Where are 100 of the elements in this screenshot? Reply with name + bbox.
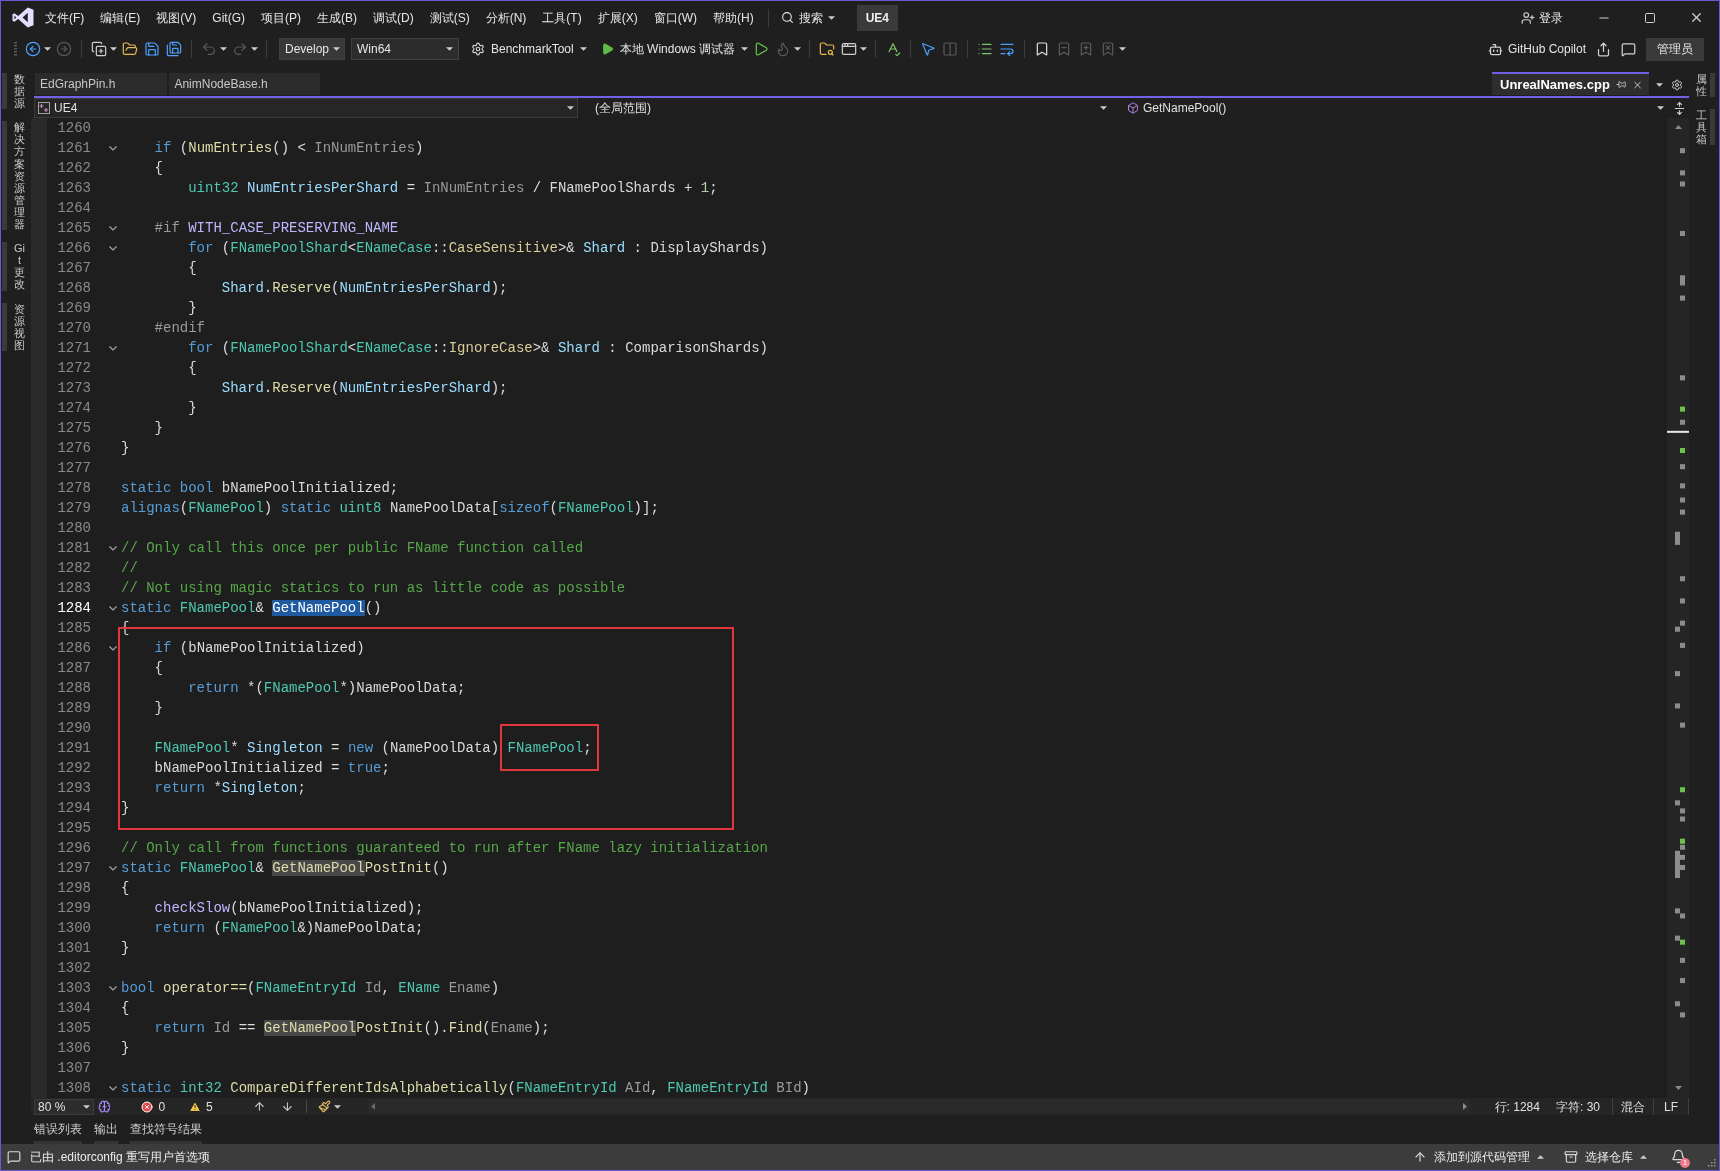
caret-down-icon[interactable]: [110, 47, 117, 51]
copilot-button[interactable]: GitHub Copilot: [1487, 38, 1586, 60]
maximize-icon[interactable]: [1644, 11, 1656, 24]
zoom-dropdown[interactable]: 80 %: [34, 1098, 94, 1115]
caret-down-icon[interactable]: [1100, 106, 1107, 110]
side-tab[interactable]: 解决方案资源管理器: [1, 121, 31, 231]
document-tab[interactable]: AnimNodeBase.h: [169, 73, 320, 95]
caret-down-icon[interactable]: [579, 47, 587, 51]
chevron-down-icon[interactable]: [109, 865, 117, 871]
configuration-dropdown[interactable]: Develop: [279, 38, 345, 60]
spell-check-icon[interactable]: [885, 41, 902, 57]
side-tab[interactable]: 资源视图: [1, 302, 31, 351]
chevron-down-icon[interactable]: [109, 225, 117, 231]
warning-icon[interactable]: [189, 1100, 202, 1113]
sign-in-button[interactable]: 登录: [1521, 4, 1563, 31]
split-icon[interactable]: [1674, 101, 1685, 115]
document-tab[interactable]: EdGraphPin.h: [35, 73, 168, 95]
chevron-down-icon[interactable]: [109, 345, 117, 351]
menu-item[interactable]: 项目(P): [253, 4, 309, 31]
search-button[interactable]: 搜索: [778, 4, 837, 31]
menu-item[interactable]: 视图(V): [148, 4, 205, 31]
chevron-down-icon[interactable]: [109, 1085, 117, 1091]
play-outline-icon[interactable]: [753, 41, 770, 57]
caret-down-icon[interactable]: [333, 47, 341, 51]
feedback-icon[interactable]: [1621, 41, 1636, 57]
menu-item[interactable]: 分析(N): [477, 4, 535, 31]
arrow-up-icon[interactable]: [252, 1100, 266, 1113]
menu-item[interactable]: 文件(F): [37, 4, 93, 31]
side-tab[interactable]: 工具箱: [1689, 109, 1719, 146]
pointer-icon[interactable]: [920, 41, 937, 57]
side-tab[interactable]: 数据源: [1, 73, 31, 110]
chevron-down-icon[interactable]: [109, 605, 117, 611]
settings-icon[interactable]: [1671, 79, 1683, 91]
resize-grip-icon[interactable]: [1708, 1159, 1716, 1167]
caret-down-icon[interactable]: [827, 15, 835, 20]
chevron-down-icon[interactable]: [109, 985, 117, 991]
error-icon[interactable]: [141, 1100, 154, 1113]
side-tab[interactable]: Git 更改: [1, 242, 31, 291]
wrap-text-icon[interactable]: [999, 41, 1016, 57]
share-icon[interactable]: [1596, 41, 1611, 57]
caret-right-icon[interactable]: [1462, 1103, 1467, 1110]
menu-item[interactable]: Git(G): [204, 4, 253, 31]
list-icon[interactable]: [977, 41, 994, 57]
bell-icon[interactable]: [1671, 1149, 1686, 1164]
message-icon[interactable]: [7, 1150, 21, 1164]
menu-item[interactable]: 扩展(X): [589, 4, 646, 31]
indentation-indicator[interactable]: 混合: [1612, 1098, 1654, 1115]
folder-search-icon[interactable]: [819, 41, 836, 57]
save-icon[interactable]: [144, 41, 160, 57]
menu-item[interactable]: 工具(T): [534, 4, 590, 31]
menu-item[interactable]: 窗口(W): [645, 4, 705, 31]
side-tab[interactable]: 属性: [1689, 73, 1719, 98]
search-icon: [780, 11, 794, 24]
project-dropdown[interactable]: UE4: [34, 98, 578, 118]
start-debugging-button[interactable]: 本地 Windows 调试器: [598, 38, 751, 60]
menu-item[interactable]: 帮助(H): [705, 4, 762, 31]
caret-up-icon[interactable]: [1537, 1155, 1544, 1159]
caret-down-icon[interactable]: [1657, 106, 1664, 110]
folder-open-icon[interactable]: [122, 41, 138, 57]
source-control-button[interactable]: 添加到源代码管理: [1413, 1148, 1544, 1166]
brain-icon[interactable]: [97, 1100, 111, 1113]
platform-dropdown[interactable]: Win64: [351, 38, 459, 60]
caret-down-icon[interactable]: [567, 106, 574, 110]
menu-item[interactable]: 测试(S): [421, 4, 478, 31]
repository-button[interactable]: 选择仓库: [1564, 1148, 1647, 1166]
menu-item[interactable]: 编辑(E): [92, 4, 149, 31]
caret-down-icon[interactable]: [82, 1104, 90, 1109]
caret-up-icon[interactable]: [1674, 125, 1682, 129]
copy-plus-icon[interactable]: [91, 41, 107, 57]
column-indicator[interactable]: 字符: 30: [1555, 1097, 1600, 1116]
caret-down-icon[interactable]: [1674, 1086, 1682, 1090]
chevron-down-icon[interactable]: [109, 245, 117, 251]
line-number: 1291: [57, 739, 91, 758]
paintbrush-icon[interactable]: [318, 1100, 332, 1113]
code-line: static FNamePool& GetNamePoolPostInit(): [121, 859, 449, 878]
role-button[interactable]: 管理员: [1646, 37, 1704, 61]
menu-item[interactable]: 调试(D): [365, 4, 422, 31]
window-icon[interactable]: [841, 41, 858, 57]
chevron-down-icon[interactable]: [109, 545, 117, 551]
line-ending-indicator[interactable]: LF: [1654, 1098, 1689, 1115]
caret-down-icon[interactable]: [334, 1104, 342, 1109]
document-tab[interactable]: UnrealNames.cpp: [1492, 72, 1649, 95]
startup-project-button[interactable]: BenchmarkTool: [469, 38, 589, 60]
caret-down-icon[interactable]: [1656, 83, 1663, 87]
caret-down-icon[interactable]: [446, 47, 453, 51]
pin-icon[interactable]: [1615, 79, 1627, 90]
save-all-icon[interactable]: [166, 41, 182, 57]
caret-down-icon[interactable]: [44, 47, 51, 51]
code-line: return *Singleton;: [153, 779, 306, 798]
caret-left-icon[interactable]: [371, 1103, 376, 1110]
chevron-down-icon[interactable]: [109, 145, 117, 151]
menu-item[interactable]: 生成(B): [309, 4, 365, 31]
caret-down-icon[interactable]: [741, 47, 749, 51]
caret-up-icon[interactable]: [1640, 1155, 1647, 1159]
horizontal-scrollbar[interactable]: [368, 1099, 1470, 1114]
line-indicator[interactable]: 行: 1284: [1494, 1097, 1540, 1116]
arrow-down-icon[interactable]: [280, 1100, 294, 1113]
caret-down-icon[interactable]: [860, 47, 868, 51]
chevron-down-icon[interactable]: [109, 645, 117, 651]
circle-arrow-left-icon[interactable]: [25, 41, 41, 57]
